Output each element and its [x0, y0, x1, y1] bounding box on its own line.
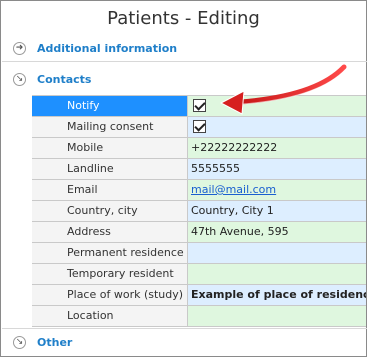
row-label: Notify	[32, 96, 188, 116]
window-title: Patients - Editing	[107, 8, 260, 29]
row-label: Mailing consent	[32, 117, 188, 137]
group-label-additional-information: Additional information	[37, 41, 178, 55]
row-place-of-work[interactable]: Place of work (study) Example of place o…	[32, 285, 366, 306]
row-address[interactable]: Address 47th Avenue, 595	[32, 222, 366, 243]
row-label: Landline	[32, 159, 188, 179]
row-landline[interactable]: Landline 5555555	[32, 159, 366, 180]
row-label: Location	[32, 306, 188, 326]
permanent-residence-value[interactable]	[188, 243, 366, 263]
row-label: Place of work (study)	[32, 285, 188, 305]
group-label-contacts: Contacts	[37, 72, 92, 86]
collapse-circle-icon[interactable]: ↘	[13, 335, 26, 349]
row-label: Country, city	[32, 201, 188, 221]
row-temporary-resident[interactable]: Temporary resident	[32, 264, 366, 285]
location-value[interactable]	[188, 306, 366, 326]
row-label: Temporary resident	[32, 264, 188, 284]
address-value[interactable]: 47th Avenue, 595	[188, 222, 366, 242]
patients-editing-window: Patients - Editing ➜ Additional informat…	[0, 0, 367, 357]
temporary-resident-value[interactable]	[188, 264, 366, 284]
group-header-other[interactable]: ↘ Other	[2, 331, 367, 353]
row-email[interactable]: Email mail@mail.com	[32, 180, 366, 201]
mailing-consent-checkbox[interactable]	[193, 120, 206, 133]
row-permanent-residence[interactable]: Permanent residence	[32, 243, 366, 264]
contacts-property-grid: Notify Mailing consent Mobile +222222222…	[32, 95, 366, 327]
row-location[interactable]: Location	[32, 306, 366, 327]
group-divider	[2, 328, 367, 329]
row-notify[interactable]: Notify	[32, 96, 366, 117]
row-label: Permanent residence	[32, 243, 188, 263]
landline-value[interactable]: 5555555	[188, 159, 366, 179]
mailing-consent-value[interactable]	[188, 117, 366, 137]
group-header-additional-information[interactable]: ➜ Additional information	[2, 37, 367, 59]
row-mobile[interactable]: Mobile +22222222222	[32, 138, 366, 159]
row-label: Email	[32, 180, 188, 200]
expand-circle-icon[interactable]: ➜	[13, 41, 26, 55]
collapse-circle-icon[interactable]: ↘	[13, 72, 26, 86]
row-label: Address	[32, 222, 188, 242]
group-label-other: Other	[37, 335, 73, 349]
row-label: Mobile	[32, 138, 188, 158]
country-city-value[interactable]: Country, City 1	[188, 201, 366, 221]
notify-checkbox[interactable]	[193, 99, 206, 112]
mobile-value[interactable]: +22222222222	[188, 138, 366, 158]
row-mailing-consent[interactable]: Mailing consent	[32, 117, 366, 138]
email-link[interactable]: mail@mail.com	[191, 183, 276, 196]
notify-value[interactable]	[188, 96, 366, 116]
group-header-contacts[interactable]: ↘ Contacts	[2, 68, 367, 90]
email-value[interactable]: mail@mail.com	[188, 180, 366, 200]
group-divider	[2, 61, 367, 62]
place-of-work-value[interactable]: Example of place of residence	[188, 285, 366, 305]
row-country-city[interactable]: Country, city Country, City 1	[32, 201, 366, 222]
